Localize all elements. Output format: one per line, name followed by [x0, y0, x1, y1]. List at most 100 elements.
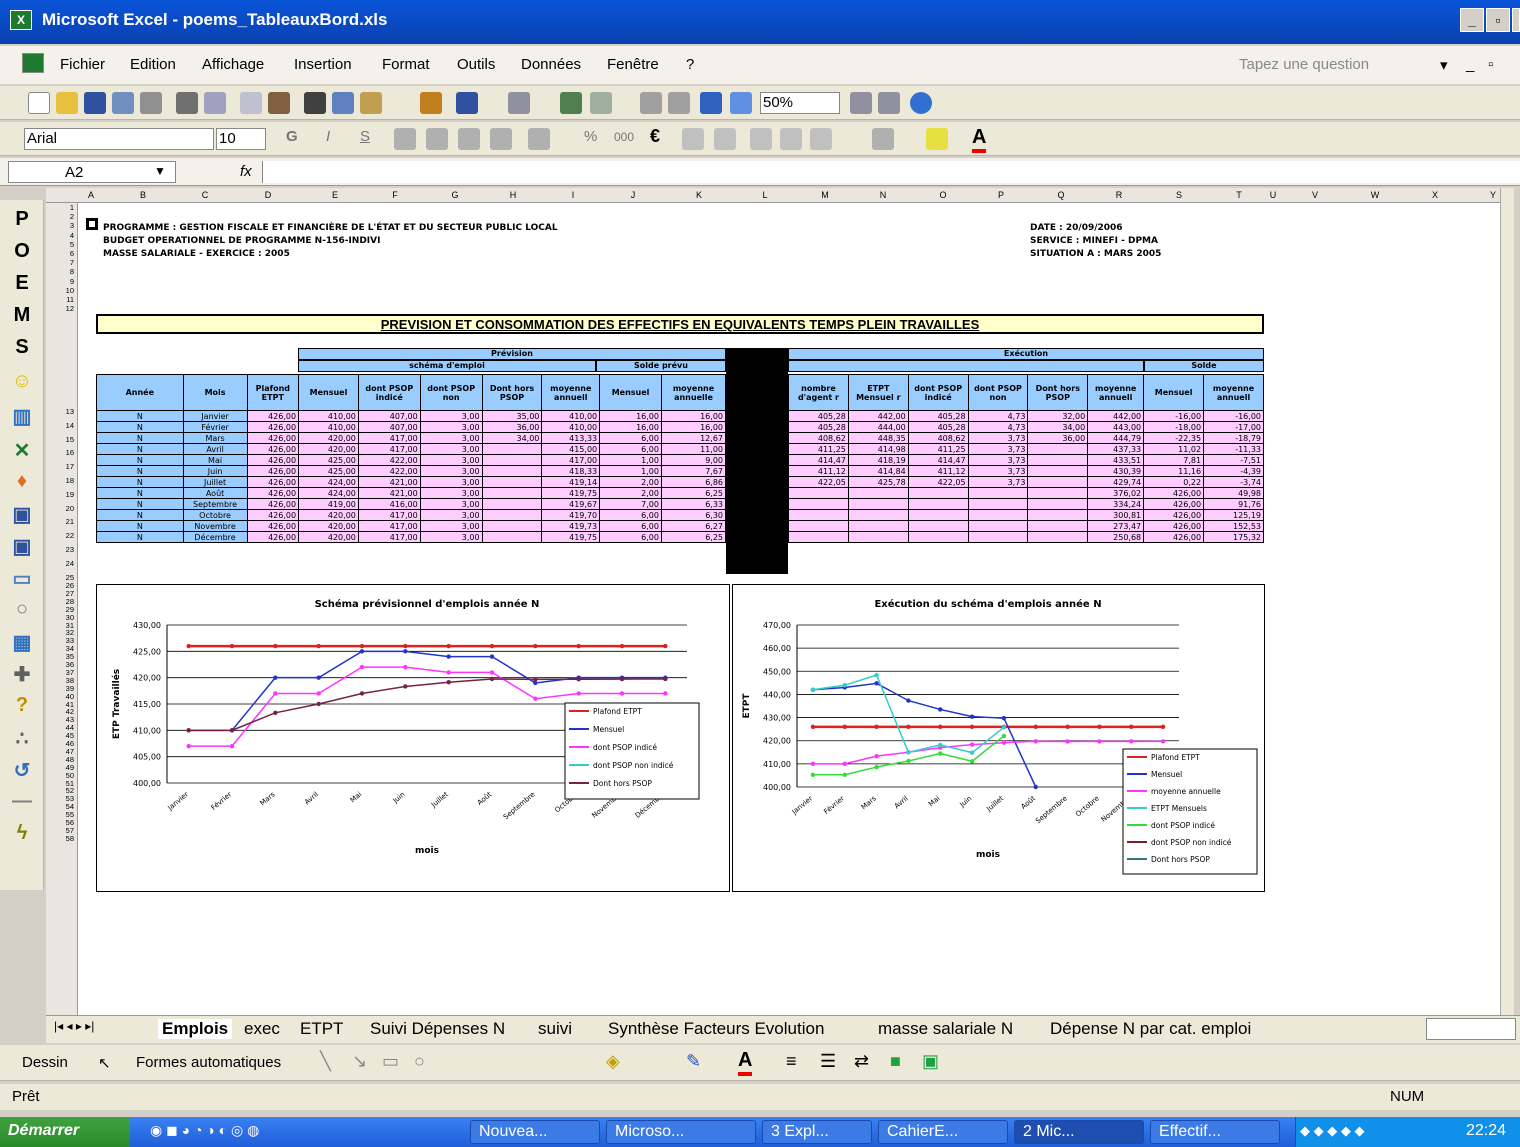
table-cell[interactable]: 419,14	[541, 476, 601, 488]
row-header[interactable]: 2	[46, 212, 74, 221]
table-cell[interactable]: 4,73	[967, 421, 1029, 433]
row-header[interactable]: 11	[46, 295, 74, 304]
table-cell[interactable]	[788, 531, 849, 543]
table-cell[interactable]: N	[96, 487, 184, 499]
table-cell[interactable]: 35,00	[481, 410, 543, 422]
table-cell[interactable]: 419,75	[541, 487, 601, 499]
table-cell[interactable]: Octobre	[182, 509, 248, 521]
table-cell[interactable]: 6,00	[599, 443, 662, 455]
table-cell[interactable]: 91,76	[1203, 498, 1264, 510]
table-cell[interactable]: 7,81	[1143, 454, 1205, 466]
table-cell[interactable]: 425,78	[847, 476, 909, 488]
table-cell[interactable]: 334,24	[1087, 498, 1145, 510]
table-cell[interactable]: 3,00	[419, 465, 483, 477]
dec-decimal-icon[interactable]	[714, 128, 736, 150]
table-cell[interactable]: 6,00	[599, 531, 662, 543]
row-header[interactable]: 10	[46, 286, 74, 295]
font-color-button[interactable]: A	[972, 126, 987, 153]
format-painter-icon[interactable]	[420, 92, 442, 114]
permission-icon[interactable]	[112, 92, 134, 114]
table-cell[interactable]: Décembre	[182, 531, 248, 543]
column-header-r[interactable]: R	[1112, 190, 1126, 200]
column-header-g[interactable]: G	[448, 190, 462, 200]
table-cell[interactable]: 3,00	[419, 454, 483, 466]
row-header[interactable]: 18	[46, 476, 74, 485]
row-header[interactable]: 12	[46, 304, 74, 313]
table-cell[interactable]: 9,00	[660, 454, 727, 466]
open-icon[interactable]	[56, 92, 78, 114]
table-cell[interactable]	[847, 509, 909, 521]
table-cell[interactable]	[481, 476, 543, 488]
table-cell[interactable]: 413,33	[541, 432, 601, 444]
row-header[interactable]: 3	[46, 221, 74, 230]
spelling-icon[interactable]	[240, 92, 262, 114]
table-cell[interactable]	[1027, 476, 1089, 488]
table-cell[interactable]: Avril	[182, 443, 248, 455]
column-header-a[interactable]: A	[84, 190, 98, 200]
table-cell[interactable]: 36,00	[1027, 432, 1089, 444]
line-icon[interactable]: ╲	[320, 1051, 331, 1072]
currency-icon[interactable]	[528, 128, 550, 150]
table-cell[interactable]	[481, 454, 543, 466]
window-tool-icon[interactable]: ▭	[8, 566, 36, 591]
tab-depense-cat[interactable]: Dépense N par cat. emploi	[1050, 1019, 1251, 1039]
column-header-k[interactable]: K	[692, 190, 706, 200]
table-cell[interactable]: -11,33	[1203, 443, 1264, 455]
grid-icon[interactable]	[810, 128, 832, 150]
workbook-icon[interactable]	[22, 53, 44, 73]
table-cell[interactable]: Mai	[182, 454, 248, 466]
column-header-x[interactable]: X	[1428, 190, 1442, 200]
table-cell[interactable]: N	[96, 421, 184, 433]
table-cell[interactable]: 415,00	[541, 443, 601, 455]
table-cell[interactable]: 2,00	[599, 476, 662, 488]
table-cell[interactable]: 3,00	[419, 421, 483, 433]
table-cell[interactable]: N	[96, 465, 184, 477]
menu-outils[interactable]: Outils	[457, 56, 495, 73]
row-header[interactable]: 5	[46, 240, 74, 249]
dots-icon[interactable]: ∴	[8, 726, 36, 751]
oval-icon[interactable]: ○	[414, 1051, 425, 1072]
arrow-style-icon[interactable]: ⇄	[854, 1051, 869, 1072]
table-cell[interactable]	[967, 487, 1029, 499]
table-cell[interactable]: 3,00	[419, 410, 483, 422]
left-toolbar-o[interactable]: O	[8, 240, 36, 263]
table-cell[interactable]	[1027, 531, 1089, 543]
row-header[interactable]: 24	[46, 559, 74, 568]
smiley-icon[interactable]: ☺	[8, 370, 36, 393]
horizontal-scrollbar[interactable]	[1426, 1018, 1516, 1040]
table-cell[interactable]	[481, 520, 543, 532]
3d-icon[interactable]: ▣	[922, 1051, 939, 1072]
tab-suivi[interactable]: suivi	[538, 1019, 572, 1039]
table-cell[interactable]: -3,74	[1203, 476, 1264, 488]
table-cell[interactable]: 3,00	[419, 520, 483, 532]
table-cell[interactable]: 49,98	[1203, 487, 1264, 499]
row-header[interactable]: 1	[46, 203, 74, 212]
underline-button[interactable]: S	[360, 128, 370, 145]
table-cell[interactable]: 411,25	[788, 443, 849, 455]
table-cell[interactable]: 152,53	[1203, 520, 1264, 532]
table-cell[interactable]: 410,00	[541, 421, 601, 433]
table-cell[interactable]	[967, 531, 1029, 543]
fox-icon[interactable]: ♦	[8, 470, 36, 493]
table-cell[interactable]: 405,28	[788, 410, 849, 422]
column-header-j[interactable]: J	[626, 190, 640, 200]
table-cell[interactable]: 6,25	[660, 531, 727, 543]
dash-icon[interactable]: —	[8, 790, 36, 813]
table-cell[interactable]	[481, 531, 543, 543]
table-cell[interactable]: 417,00	[541, 454, 601, 466]
tab-suivi-depenses[interactable]: Suivi Dépenses N	[370, 1019, 505, 1039]
border-icon[interactable]	[872, 128, 894, 150]
table-cell[interactable]: 3,00	[419, 531, 483, 543]
italic-button[interactable]: I	[326, 128, 330, 145]
table-cell[interactable]: 426,00	[246, 509, 300, 521]
table-cell[interactable]: 34,00	[1027, 421, 1089, 433]
align-left-icon[interactable]	[394, 128, 416, 150]
column-header-n[interactable]: N	[876, 190, 890, 200]
worksheet[interactable]: ABCDEFGHIJKLMNOPQRSTUVWXY 1 2 3 4 5 6 7 8 9 10 11 1…	[46, 188, 1514, 1015]
row-header[interactable]: 16	[46, 448, 74, 457]
row-header[interactable]: 20	[46, 504, 74, 513]
tab-emplois[interactable]: Emplois	[158, 1019, 233, 1039]
table-cell[interactable]: 273,47	[1087, 520, 1145, 532]
selected-cell-a2[interactable]	[86, 218, 98, 230]
dash-style-icon[interactable]: ☰	[820, 1051, 836, 1072]
